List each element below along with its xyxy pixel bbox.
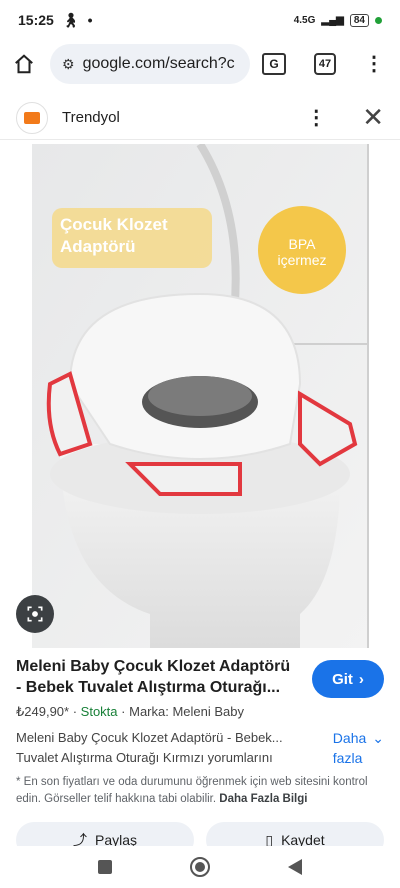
home-icon [15, 54, 33, 74]
site-settings-icon[interactable]: ⚙ [62, 56, 75, 73]
network-label: 4.5G [293, 14, 316, 26]
url-text: google.com/search?c [82, 55, 235, 72]
battery-icon: 84 [349, 13, 369, 27]
status-dot-icon [375, 16, 382, 24]
translate-label: G [269, 57, 279, 71]
walking-icon: 🚶︎ [61, 11, 80, 28]
status-time: 15:25 [18, 12, 54, 28]
source-name: Trendyol [62, 109, 120, 126]
address-bar[interactable]: ⚙ google.com/search?c [50, 44, 250, 84]
disclaimer-text: * En son fiyatları ve oda durumunu öğren… [16, 776, 368, 805]
image-badge-title: Çocuk Klozet Adaptörü [60, 215, 168, 256]
chevron-right-icon: › [358, 670, 364, 688]
more-info-link[interactable]: Daha Fazla Bilgi [219, 793, 307, 805]
dot-icon: • [87, 12, 93, 28]
tab-count: 47 [318, 58, 332, 70]
signal-icon: ▂▄▆ [321, 14, 344, 26]
price: ₺249,90* [16, 704, 70, 719]
disclaimer: * En son fiyatları ve oda durumunu öğren… [16, 774, 384, 808]
browser-toolbar: ⚙ google.com/search?c G 47 ⋮ [0, 40, 400, 88]
overflow-menu-icon[interactable]: ⋮ [364, 54, 384, 74]
more-options-icon[interactable]: ⋮ [306, 105, 326, 130]
lens-icon [27, 606, 43, 622]
more-line-2: fazla [332, 750, 363, 766]
more-button[interactable]: Daha fazla ⌄ [333, 728, 384, 768]
result-description: Meleni Baby Çocuk Klozet Adaptörü - Bebe… [16, 730, 283, 765]
result-title[interactable]: Meleni Baby Çocuk Klozet Adaptörü - Bebe… [16, 656, 296, 698]
back-icon[interactable] [287, 858, 303, 876]
source-header: Trendyol ⋮ ✕ [0, 96, 400, 140]
brand: Marka: Meleni Baby [129, 704, 244, 719]
system-nav-bar [0, 846, 400, 888]
go-label: Git [332, 670, 353, 688]
close-icon[interactable]: ✕ [362, 102, 384, 133]
trendyol-logo [16, 101, 48, 134]
stock-status: Stokta [80, 704, 118, 719]
translate-icon[interactable]: G [262, 53, 286, 75]
home-nav-icon[interactable] [189, 856, 211, 878]
bpa-line-1: BPA [288, 236, 316, 252]
go-button[interactable]: Git › [312, 660, 384, 698]
lens-button[interactable] [16, 595, 54, 633]
result-meta: ₺249,90* · Stokta · Marka: Meleni Baby [16, 704, 244, 719]
result-panel: Meleni Baby Çocuk Klozet Adaptörü - Bebe… [16, 656, 384, 808]
recents-icon[interactable] [97, 859, 113, 875]
more-line-1: Daha [332, 730, 367, 746]
bpa-line-2: içermez [277, 252, 327, 268]
status-bar: 15:25 🚶︎ • 4.5G ▂▄▆ 84 [0, 0, 400, 40]
home-button[interactable] [10, 50, 38, 78]
product-image[interactable]: Çocuk Klozet Adaptörü BPA içermez [0, 144, 400, 648]
tabs-button[interactable]: 47 [314, 53, 336, 75]
bpa-badge: BPA içermez [272, 236, 332, 268]
chevron-down-icon: ⌄ [372, 730, 384, 746]
